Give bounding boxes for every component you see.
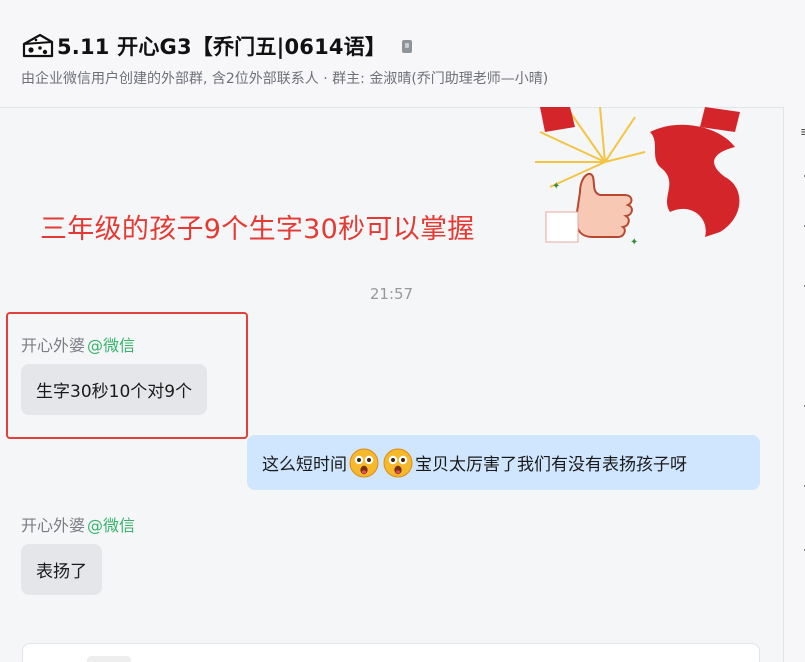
sender-tag: @微信 [87,336,136,355]
message-bubble[interactable]: 生字30秒10个对9个 [21,364,208,415]
card-placeholder [87,656,131,662]
message-sender: 开心外婆 @微信 [21,512,135,536]
message-sender: 开心外婆 @微信 [21,332,135,356]
svg-text:✦: ✦ [552,181,560,192]
message-bubble[interactable]: 表扬了 [21,544,102,595]
chat-title: 5.11 开心G3【乔门五|0614语】 [57,35,387,59]
sender-name: 开心外婆 [21,336,86,355]
message-text: 生字30秒10个对9个 [36,382,193,402]
lock-icon[interactable] [400,38,414,54]
panel-glyph: ≡ [800,125,805,140]
thumbs-up-show-sticker: ✦ ✦ [535,107,740,248]
sender-name: 开心外婆 [21,516,86,535]
chat-header: 5.11 开心G3【乔门五|0614语】 由企业微信用户创建的外部群, 含2位外… [0,0,805,108]
svg-text:✦: ✦ [630,237,638,248]
message-text: 这么短时间 [262,455,347,475]
message-bubble-outgoing[interactable]: 这么短时间 宝贝太厉害了我们有没有表扬孩子呀 [247,435,760,490]
banner-text: 三年级的孩子9个生字30秒可以掌握 [40,214,475,245]
title-row: 5.11 开心G3【乔门五|0614语】 [22,31,414,61]
sender-tag: @微信 [87,516,136,535]
right-side-panel[interactable]: ≡ [783,107,805,662]
message-timestamp: 21:57 [369,285,414,303]
astonished-face-icon [383,448,413,477]
astonished-face-icon [349,448,379,477]
cheese-icon [22,33,54,58]
message-text: 表扬了 [36,562,87,582]
group-info: 由企业微信用户创建的外部群, 含2位外部联系人 · 群主: 金淑晴(乔门助理老师… [21,71,549,87]
message-text: 宝贝太厉害了我们有没有表扬孩子呀 [415,455,687,475]
message-list[interactable]: ✦ ✦ 三年级的孩子9个生字30秒可以掌握 21:57 开心外婆 @微信 生字30… [0,107,783,662]
next-message-card[interactable] [22,643,760,662]
